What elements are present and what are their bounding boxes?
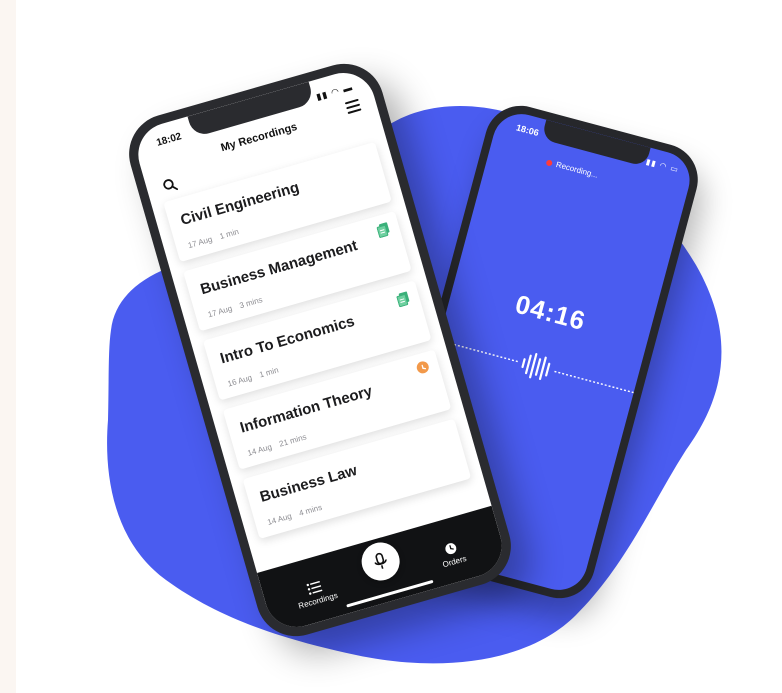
recording-meta: 14 Aug 21 mins [246, 432, 307, 457]
document-icon[interactable] [376, 222, 391, 239]
recording-status: Recording... [545, 157, 599, 180]
recording-duration: 3 mins [238, 295, 264, 311]
recording-date: 14 Aug [246, 442, 273, 458]
recording-name: Civil Engineering [178, 178, 302, 229]
clock-icon[interactable] [415, 359, 431, 375]
recording-name: Intro To Economics [218, 312, 357, 368]
recording-dot-icon [545, 158, 554, 167]
clock-icon [445, 543, 457, 555]
clock-hands-icon [421, 364, 427, 370]
record-button[interactable] [357, 537, 405, 585]
recording-meta: 17 Aug 1 min [187, 227, 240, 250]
document-icon[interactable] [395, 291, 410, 308]
microphone-icon [374, 552, 387, 569]
tab-orders-label: Orders [441, 553, 468, 570]
tab-recordings-label: Recordings [297, 590, 339, 611]
recording-date: 17 Aug [206, 303, 234, 320]
search-icon[interactable] [161, 176, 179, 193]
signal-wifi-battery-icon: ▮▮ ◠ ▭ [644, 157, 680, 175]
recording-duration: 21 mins [278, 432, 308, 449]
recording-meta: 17 Aug3 mins [207, 295, 264, 319]
canvas: 18:06 ▮▮ ◠ ▭ Recording... 04:16 18:02 ▮▮… [16, 0, 782, 693]
recording-duration: 1 min [218, 227, 240, 242]
recording-date: 17 Aug [186, 234, 214, 251]
status-time: 18:02 [155, 131, 183, 149]
recording-date: 14 Aug [266, 511, 293, 527]
recording-meta: 16 Aug 1 min [227, 365, 280, 388]
recording-duration: 4 mins [297, 502, 324, 518]
tab-orders[interactable]: Orders [425, 536, 480, 573]
list-icon [306, 580, 323, 595]
recording-duration: 1 min [258, 365, 280, 380]
recording-date: 16 Aug [226, 373, 254, 389]
recording-meta: 14 Aug4 mins [266, 503, 323, 527]
recording-name: Information Theory [238, 382, 375, 437]
tab-recordings[interactable]: Recordings [289, 575, 344, 612]
recording-status-text: Recording... [554, 159, 599, 180]
recording-name: Business Law [258, 461, 359, 506]
status-time: 18:06 [515, 122, 540, 139]
signal-wifi-battery-icon: ▮▮ ◠ ▬ [315, 81, 355, 103]
